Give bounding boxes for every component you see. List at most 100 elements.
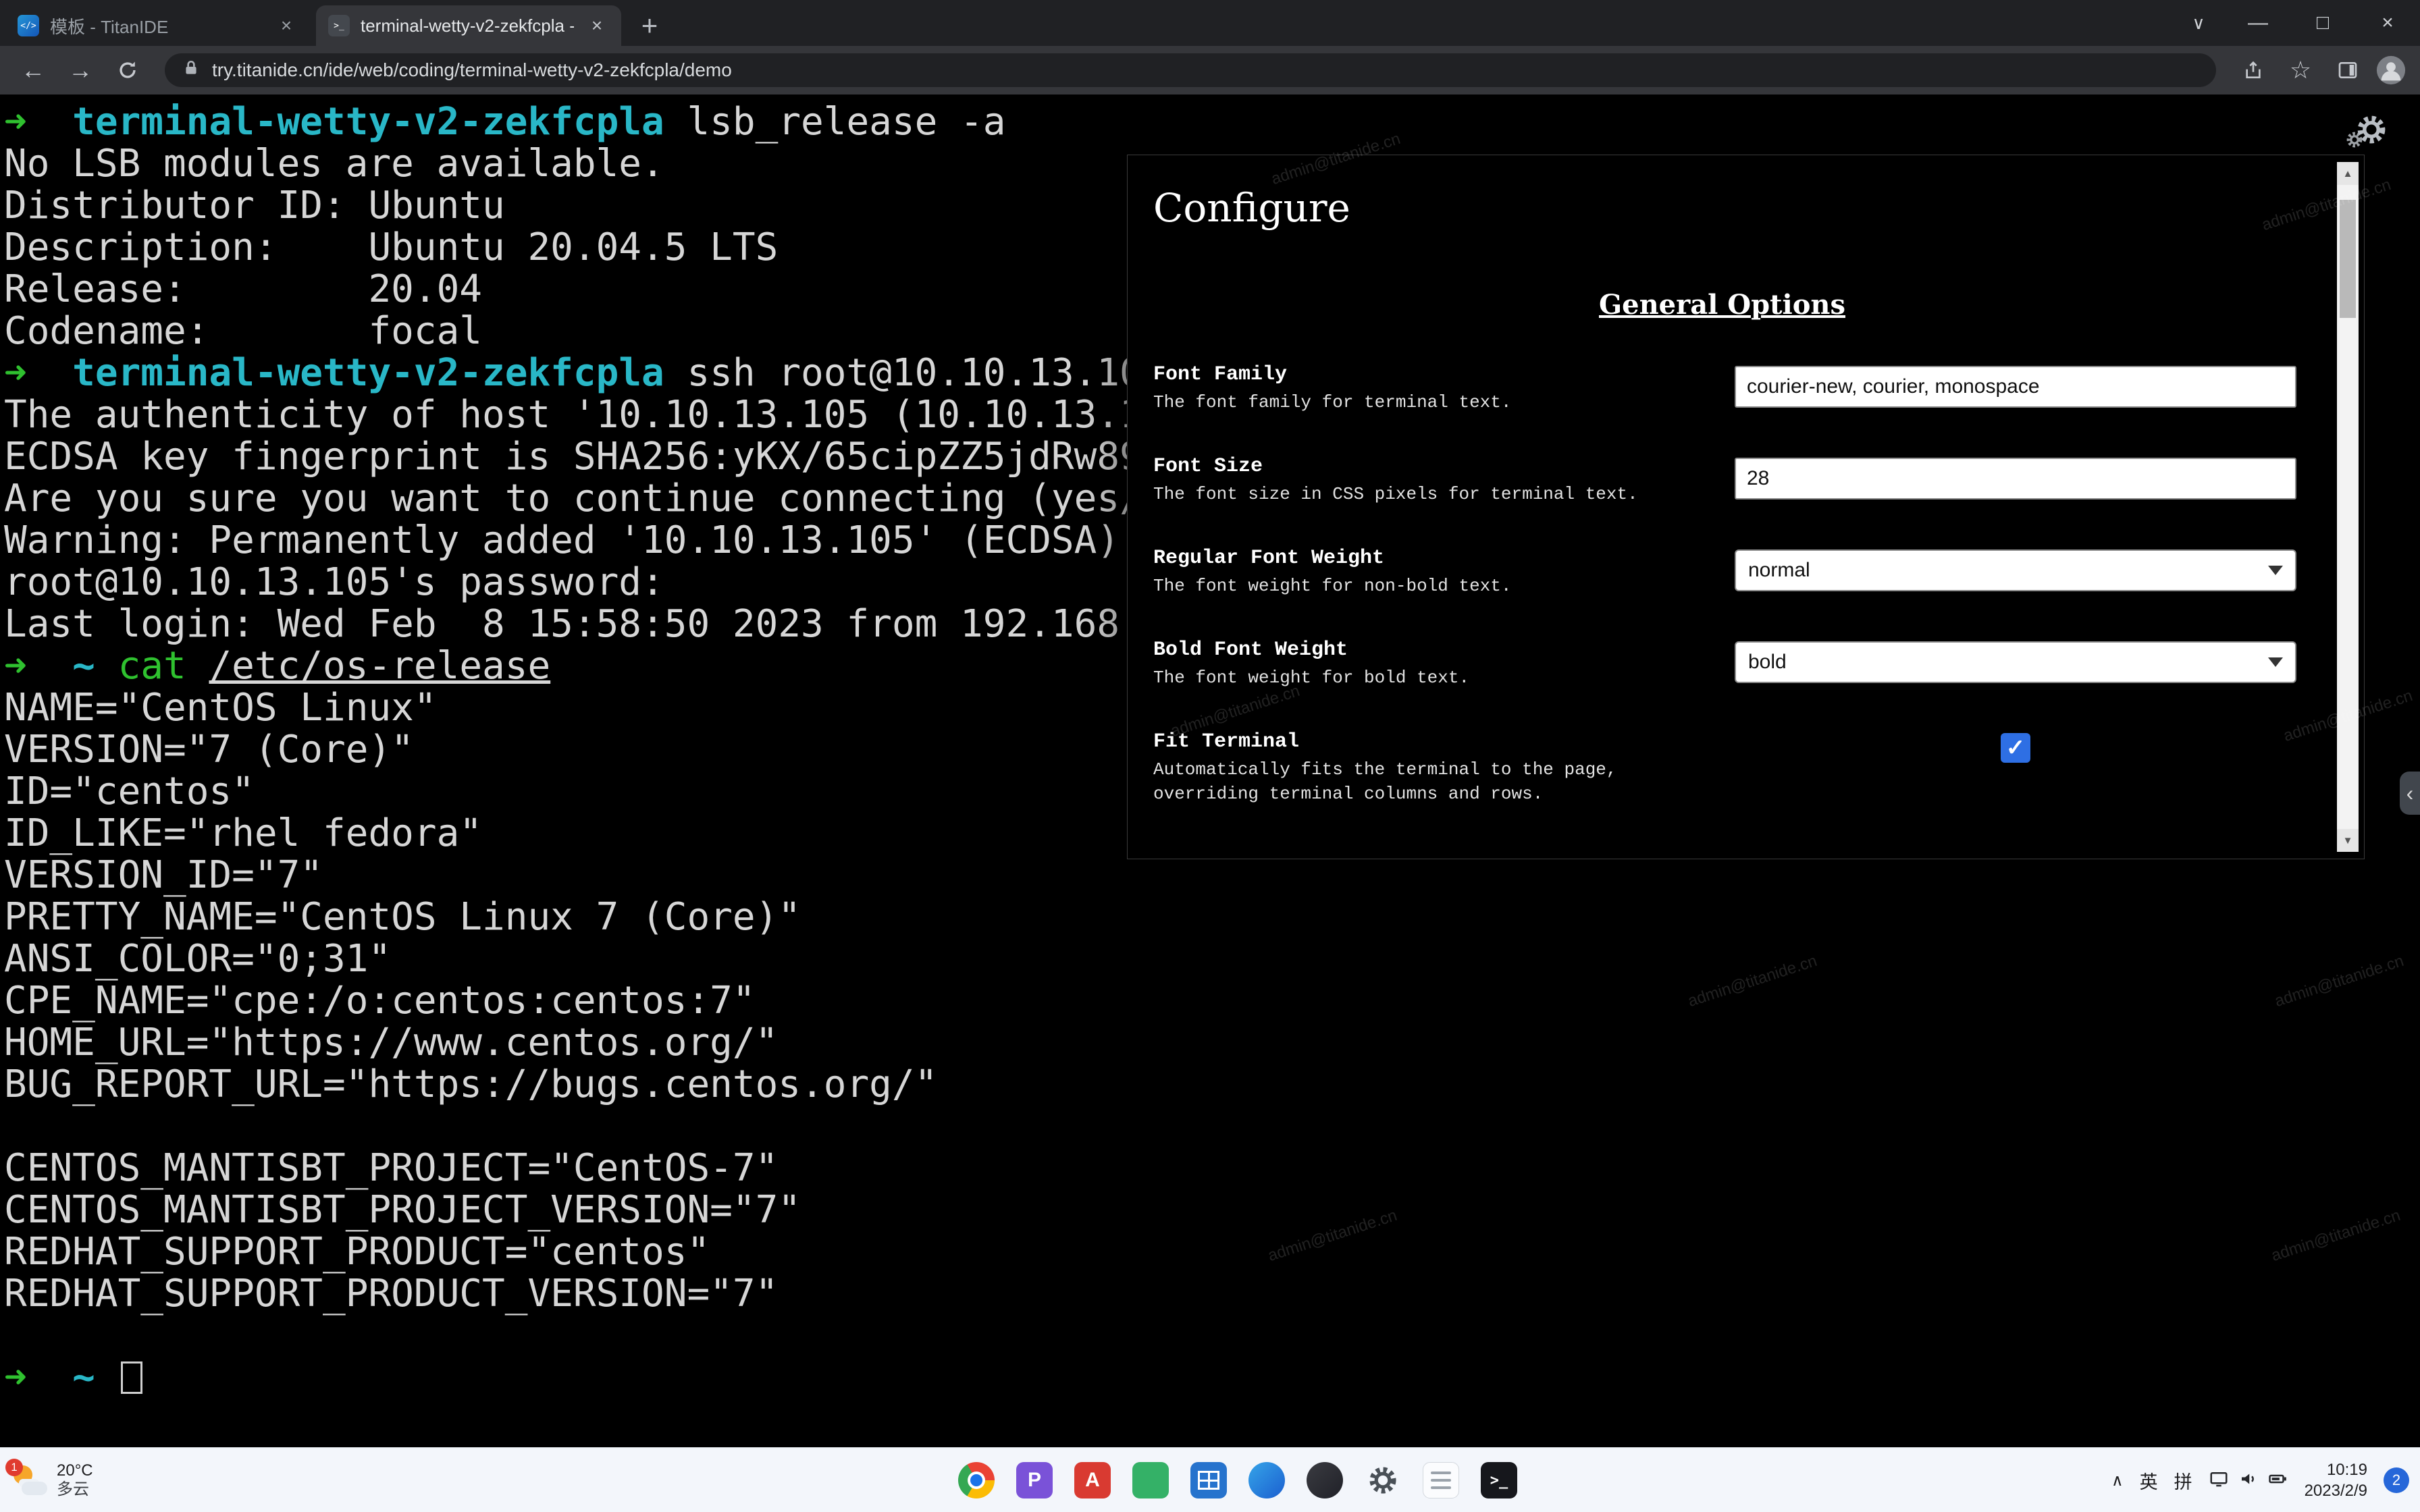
config-field-font-family: Font Family The font family for terminal … [1153, 363, 2296, 435]
share-icon[interactable] [2234, 51, 2273, 90]
terminal-line: REDHAT_SUPPORT_PRODUCT_VERSION="7" [4, 1273, 2420, 1315]
side-panel-handle[interactable]: ‹ [2400, 772, 2420, 815]
bold-font-weight-label: Bold Font Weight [1153, 639, 1712, 662]
fit-terminal-description: Automatically fits the terminal to the p… [1153, 757, 1712, 806]
font-family-label: Font Family [1153, 363, 1712, 386]
titanide-favicon-icon: </> [18, 15, 39, 36]
notification-count-badge[interactable]: 2 [2384, 1467, 2409, 1493]
configure-dialog: Configure General Options Font Family The… [1127, 155, 2365, 859]
taskbar-clock[interactable]: 10:19 2023/2/9 [2305, 1459, 2367, 1501]
profile-avatar[interactable] [2375, 55, 2406, 86]
browser-tab-titanide[interactable]: </> 模板 - TitanIDE × [5, 5, 311, 46]
window-maximize-button[interactable]: □ [2290, 0, 2355, 46]
regular-font-weight-value: normal [1748, 559, 1810, 582]
tab-close-icon[interactable]: × [585, 14, 609, 38]
terminal-app-icon[interactable]: >_ [1481, 1462, 1517, 1498]
system-tray: ∧ 英 拼 [2111, 1448, 2409, 1512]
tab-title: terminal-wetty-v2-zekfcpla - T [361, 16, 574, 36]
terminal-line [4, 1106, 2420, 1148]
config-field-bold-font-weight: Bold Font Weight The font weight for bold… [1153, 639, 2296, 710]
config-field-fit-terminal: Fit Terminal Automatically fits the termi… [1153, 730, 2296, 806]
terminal-line: CENTOS_MANTISBT_PROJECT_VERSION="7" [4, 1189, 2420, 1231]
clock-time: 10:19 [2305, 1459, 2367, 1480]
dialog-scrollbar[interactable]: ▲ ▼ [2337, 162, 2359, 852]
weather-icon: 1 [12, 1464, 47, 1496]
window-close-button[interactable]: × [2355, 0, 2420, 46]
terminal-settings-gear-icon[interactable] [2355, 113, 2388, 149]
terminal-line: REDHAT_SUPPORT_PRODUCT="centos" [4, 1231, 2420, 1273]
lock-icon [182, 59, 200, 82]
fit-terminal-label: Fit Terminal [1153, 730, 1712, 753]
terminal-cursor [121, 1361, 142, 1394]
font-size-description: The font size in CSS pixels for terminal… [1153, 482, 1712, 506]
terminal-line: ANSI_COLOR="0;31" [4, 938, 2420, 980]
windows-start-icon[interactable] [903, 1463, 937, 1497]
font-family-input[interactable] [1735, 366, 2296, 408]
new-tab-button[interactable]: + [631, 7, 668, 45]
scrollbar-up-icon[interactable]: ▲ [2337, 162, 2359, 185]
terminal-line: PRETTY_NAME="CentOS Linux 7 (Core)" [4, 896, 2420, 938]
side-panel-icon[interactable] [2328, 51, 2367, 90]
terminal-line [4, 1315, 2420, 1357]
forward-icon[interactable]: → [61, 51, 100, 90]
terminal-line: ➜ ~ [4, 1357, 2420, 1399]
weather-temp: 20°C [57, 1461, 93, 1480]
app-table-icon[interactable] [1190, 1462, 1227, 1498]
chevron-down-icon [2268, 566, 2283, 575]
bold-font-weight-description: The font weight for bold text. [1153, 666, 1712, 690]
section-general-options: General Options [1128, 289, 2317, 321]
small-gear-icon [2346, 131, 2363, 152]
clock-date: 2023/2/9 [2305, 1480, 2367, 1501]
reload-icon[interactable] [108, 51, 147, 90]
volume-icon[interactable] [2238, 1469, 2259, 1492]
chrome-icon[interactable] [958, 1462, 995, 1498]
bookmark-star-icon[interactable]: ☆ [2281, 51, 2320, 90]
taskbar-weather-widget[interactable]: 1 20°C 多云 [12, 1448, 93, 1512]
font-size-input[interactable] [1735, 458, 2296, 500]
terminal-line: BUG_REPORT_URL="https://bugs.centos.org/… [4, 1064, 2420, 1106]
tray-chevron-icon[interactable]: ∧ [2111, 1471, 2124, 1490]
config-field-regular-font-weight: Regular Font Weight The font weight for n… [1153, 547, 2296, 618]
weather-condition: 多云 [57, 1480, 93, 1499]
app-dark-icon[interactable] [1307, 1462, 1343, 1498]
display-icon[interactable] [2209, 1469, 2229, 1492]
terminal-line: ➜ terminal-wetty-v2-zekfcpla lsb_release… [4, 101, 2420, 143]
config-fields: Font Family The font family for terminal … [1153, 363, 2296, 826]
dialog-title: Configure [1153, 185, 1350, 231]
regular-font-weight-label: Regular Font Weight [1153, 547, 1712, 570]
taskbar-apps: PA >_ [903, 1448, 1517, 1512]
fit-terminal-checkbox[interactable]: ✓ [2001, 733, 2030, 763]
scrollbar-thumb[interactable] [2340, 200, 2356, 318]
notepad-icon[interactable] [1423, 1462, 1459, 1498]
window-controls: ∨ — □ × [2172, 0, 2420, 46]
browser-tab-terminal[interactable]: >_ terminal-wetty-v2-zekfcpla - T × [316, 5, 621, 46]
battery-icon[interactable] [2268, 1469, 2288, 1492]
app-a-icon[interactable]: A [1074, 1462, 1111, 1498]
back-icon[interactable]: ← [14, 51, 53, 90]
tab-close-icon[interactable]: × [274, 14, 298, 38]
tab-title: 模板 - TitanIDE [50, 14, 263, 38]
font-family-description: The font family for terminal text. [1153, 390, 1712, 414]
scrollbar-track[interactable] [2337, 185, 2359, 829]
ime-indicator[interactable]: 拼 [2174, 1467, 2192, 1494]
app-green-icon[interactable] [1132, 1462, 1169, 1498]
terminal-line: VERSION_ID="7" [4, 855, 2420, 896]
language-indicator[interactable]: 英 [2140, 1467, 2158, 1494]
settings-icon[interactable] [1365, 1462, 1401, 1498]
address-bar[interactable]: try.titanide.cn/ide/web/coding/terminal-… [165, 53, 2216, 87]
regular-font-weight-select[interactable]: normal [1735, 549, 2296, 591]
tab-search-chevron-icon[interactable]: ∨ [2172, 0, 2226, 46]
chevron-down-icon [2268, 657, 2283, 667]
terminal-line: CENTOS_MANTISBT_PROJECT="CentOS-7" [4, 1148, 2420, 1189]
app-blue-icon[interactable] [1248, 1462, 1285, 1498]
scrollbar-down-icon[interactable]: ▼ [2337, 829, 2359, 852]
regular-font-weight-description: The font weight for non-bold text. [1153, 574, 1712, 598]
bold-font-weight-value: bold [1748, 651, 1787, 674]
window-minimize-button[interactable]: — [2226, 0, 2290, 46]
font-size-label: Font Size [1153, 455, 1712, 478]
terminal-favicon-icon: >_ [328, 15, 350, 36]
app-p-icon[interactable]: P [1016, 1462, 1053, 1498]
bold-font-weight-select[interactable]: bold [1735, 641, 2296, 683]
terminal-line: HOME_URL="https://www.centos.org/" [4, 1022, 2420, 1064]
browser-tab-strip: </> 模板 - TitanIDE × >_ terminal-wetty-v2… [0, 0, 2420, 46]
